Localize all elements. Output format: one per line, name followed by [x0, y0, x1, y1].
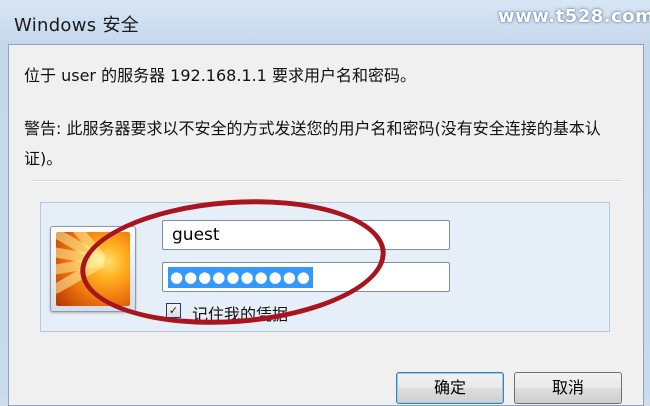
title-bar: Windows 安全 www.t528.com [0, 0, 650, 44]
username-value: guest [172, 225, 220, 245]
checkbox-checked-icon[interactable]: ✓ [166, 303, 181, 318]
dialog-window: Windows 安全 www.t528.com 位于 user 的服务器 192… [0, 0, 650, 406]
watermark: www.t528.com [498, 6, 650, 27]
user-tile-picture [56, 232, 130, 306]
password-field[interactable]: ●●●●●●●●●● [162, 262, 450, 292]
password-value: ●●●●●●●●●● [168, 267, 313, 288]
user-flower-icon [50, 226, 136, 312]
separator [33, 180, 621, 182]
ok-button[interactable]: 确定 [396, 372, 504, 404]
username-field[interactable]: guest [162, 220, 450, 250]
remember-label: 记住我的凭据 [192, 305, 289, 324]
server-prompt: 位于 user 的服务器 192.168.1.1 要求用户名和密码。 [24, 66, 416, 85]
security-warning: 警告: 此服务器要求以不安全的方式发送您的用户名和密码(没有安全连接的基本认证)… [24, 119, 601, 168]
window-title: Windows 安全 [14, 15, 140, 36]
cancel-button[interactable]: 取消 [514, 372, 622, 404]
